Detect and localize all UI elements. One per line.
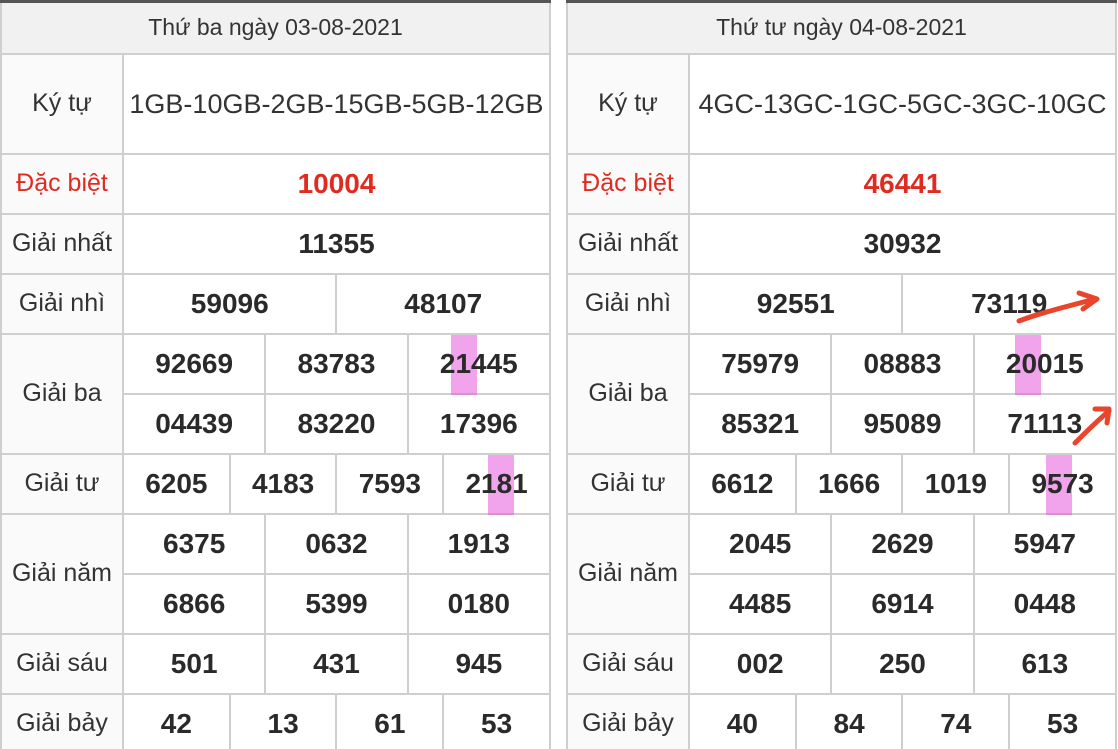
second-prize-number-text: 73119: [971, 287, 1048, 319]
third-prize-number: 85321: [687, 392, 833, 455]
seventh-prize-number: 61: [335, 692, 445, 749]
sixth-prize-number: 945: [406, 632, 552, 695]
second-prize-number: 48107: [335, 272, 551, 335]
label-sixth-prize: Giải sáu: [566, 632, 690, 695]
second-prize-number: 73119: [901, 272, 1117, 335]
fifth-prize-number: 0180: [406, 572, 552, 635]
series-codes: 4GC-13GC-1GC-5GC-3GC-10GC: [688, 52, 1117, 155]
label-third-prize: Giải ba: [0, 332, 124, 455]
third-prize-number-text: 21445: [439, 347, 518, 379]
fifth-prize-number: 2629: [830, 512, 975, 575]
third-prize-number: 21445: [406, 332, 552, 395]
special-prize-number: 10004: [122, 152, 551, 215]
label-seventh-prize: Giải bảy: [566, 692, 690, 749]
series-codes: 1GB-10GB-2GB-15GB-5GB-12GB: [122, 52, 551, 155]
fourth-prize-number: 9573: [1008, 452, 1117, 515]
label-second-prize: Giải nhì: [0, 272, 124, 335]
fifth-prize-number: 6375: [121, 512, 267, 575]
third-prize-number: 17396: [406, 392, 552, 455]
fifth-prize-number: 4485: [687, 572, 833, 635]
date-header: Thứ tư ngày 04-08-2021: [566, 0, 1117, 55]
label-special-prize: Đặc biệt: [0, 152, 124, 215]
seventh-prize-number: 40: [688, 692, 797, 749]
date-header: Thứ ba ngày 03-08-2021: [0, 0, 551, 55]
label-fourth-prize: Giải tư: [566, 452, 690, 515]
fourth-prize-number: 6612: [688, 452, 797, 515]
label-seventh-prize: Giải bảy: [0, 692, 124, 749]
fifth-prize-number: 0632: [264, 512, 409, 575]
results-view: Thứ ba ngày 03-08-2021 Ký tự 1GB-10GB-2G…: [0, 0, 1118, 749]
first-prize-number: 11355: [122, 212, 551, 275]
seventh-prize-number: 84: [794, 692, 904, 749]
label-special-prize: Đặc biệt: [566, 152, 690, 215]
sixth-prize-number: 250: [830, 632, 975, 695]
seventh-prize-number: 53: [1008, 692, 1117, 749]
seventh-prize-number: 13: [228, 692, 338, 749]
third-prize-number: 71113: [972, 392, 1118, 455]
label-first-prize: Giải nhất: [0, 212, 124, 275]
label-fifth-prize: Giải năm: [0, 512, 124, 635]
fourth-prize-number-text: 2181: [465, 467, 528, 499]
third-prize-number: 83220: [264, 392, 409, 455]
first-prize-number: 30932: [688, 212, 1117, 275]
label-fourth-prize: Giải tư: [0, 452, 124, 515]
third-prize-number: 92669: [121, 332, 267, 395]
sixth-prize-number: 002: [687, 632, 833, 695]
label-fifth-prize: Giải năm: [566, 512, 690, 635]
seventh-prize-number: 74: [901, 692, 1011, 749]
seventh-prize-number: 42: [122, 692, 231, 749]
label-second-prize: Giải nhì: [566, 272, 690, 335]
fourth-prize-number: 4183: [228, 452, 338, 515]
label-third-prize: Giải ba: [566, 332, 690, 455]
fourth-prize-number: 1019: [901, 452, 1011, 515]
fifth-prize-number: 1913: [406, 512, 552, 575]
label-sixth-prize: Giải sáu: [0, 632, 124, 695]
label-first-prize: Giải nhất: [566, 212, 690, 275]
third-prize-number-text: 71113: [1007, 407, 1083, 439]
third-prize-number: 20015: [972, 332, 1118, 395]
second-prize-number: 59096: [121, 272, 338, 335]
fourth-prize-number-text: 9573: [1031, 467, 1094, 499]
sixth-prize-number: 501: [121, 632, 267, 695]
third-prize-number: 08883: [830, 332, 975, 395]
special-prize-number: 46441: [688, 152, 1117, 215]
label-ky-tu: Ký tự: [0, 52, 124, 155]
third-prize-number: 75979: [687, 332, 833, 395]
third-prize-number-text: 20015: [1005, 347, 1084, 379]
sixth-prize-number: 431: [264, 632, 409, 695]
second-prize-number: 92551: [687, 272, 904, 335]
fifth-prize-number: 6866: [121, 572, 267, 635]
fifth-prize-number: 5399: [264, 572, 409, 635]
lottery-results-table-right: Thứ tư ngày 04-08-2021 Ký tự 4GC-13GC-1G…: [566, 0, 1118, 749]
lottery-results-table-left: Thứ ba ngày 03-08-2021 Ký tự 1GB-10GB-2G…: [0, 0, 552, 749]
third-prize-number: 83783: [264, 332, 409, 395]
sixth-prize-number: 613: [972, 632, 1118, 695]
third-prize-number: 04439: [121, 392, 267, 455]
fifth-prize-number: 5947: [972, 512, 1118, 575]
fourth-prize-number: 1666: [794, 452, 904, 515]
fifth-prize-number: 6914: [830, 572, 975, 635]
fifth-prize-number: 0448: [972, 572, 1118, 635]
third-prize-number: 95089: [830, 392, 975, 455]
fourth-prize-number: 7593: [335, 452, 445, 515]
label-ky-tu: Ký tự: [566, 52, 690, 155]
fifth-prize-number: 2045: [687, 512, 833, 575]
seventh-prize-number: 53: [442, 692, 551, 749]
fourth-prize-number: 6205: [122, 452, 231, 515]
fourth-prize-number: 2181: [442, 452, 551, 515]
